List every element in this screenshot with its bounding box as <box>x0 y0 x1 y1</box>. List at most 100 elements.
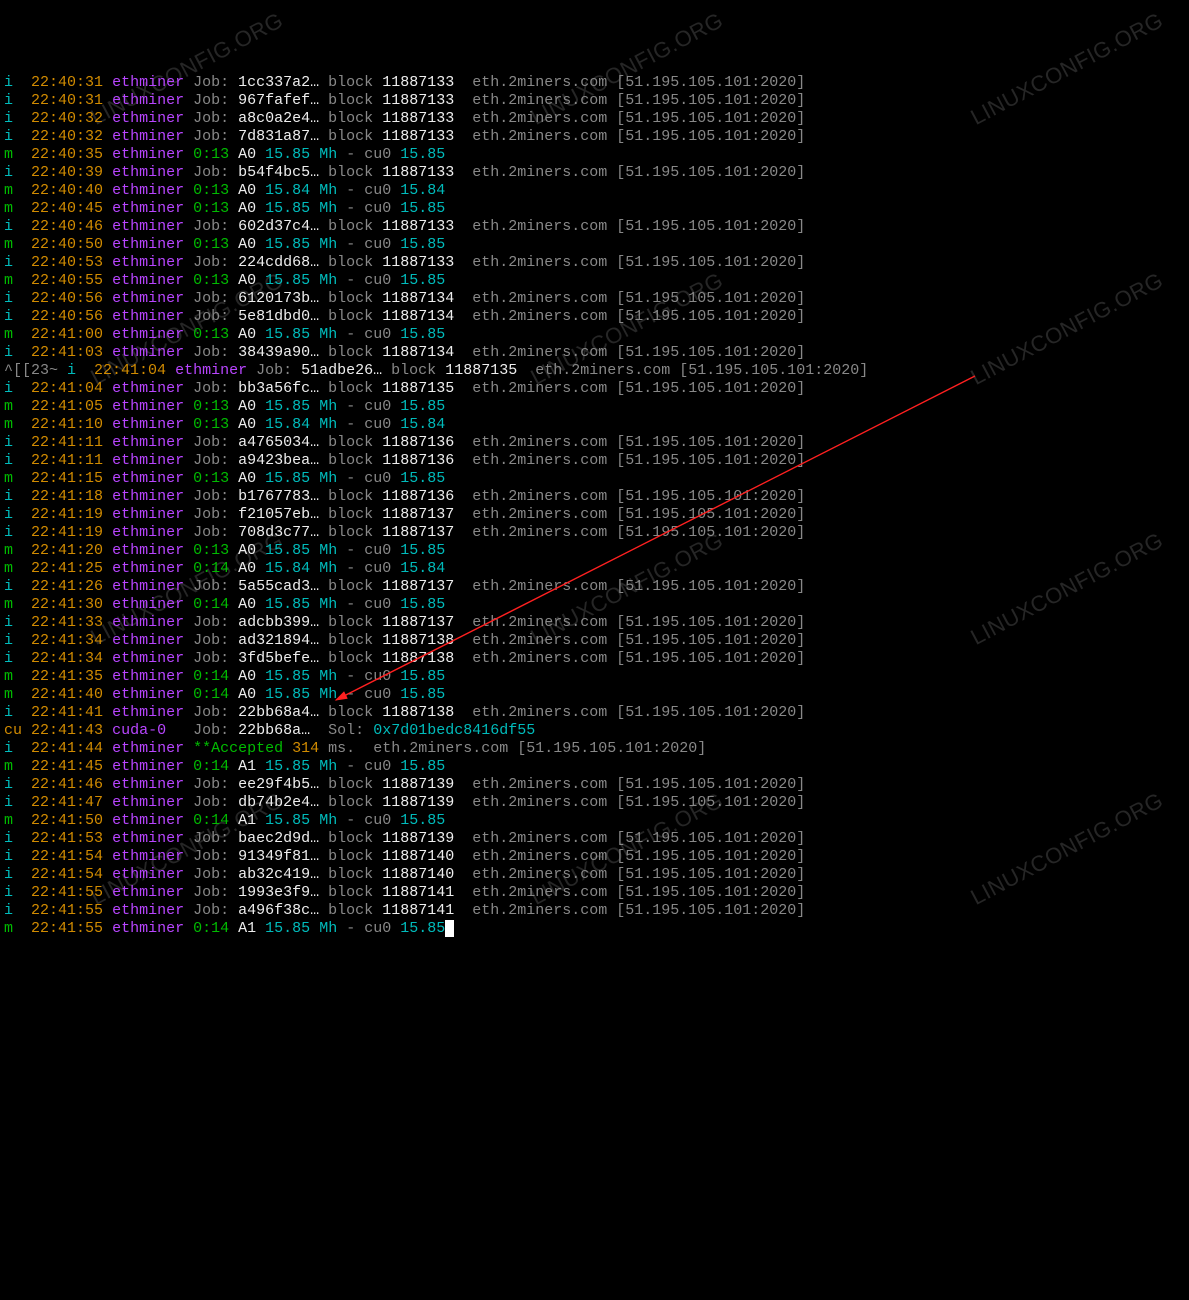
timestamp: 22:41:33 <box>31 614 103 631</box>
log-line: i 22:40:31 ethminer Job: 1cc337a2… block… <box>4 74 1189 92</box>
block-number: 11887141 <box>382 884 454 901</box>
hashrate: 15.84 <box>265 560 310 577</box>
pool-address: [51.195.105.101:2020] <box>616 614 805 631</box>
log-source: ethminer <box>112 110 184 127</box>
timestamp: 22:41:03 <box>31 344 103 361</box>
timestamp: 22:41:20 <box>31 542 103 559</box>
log-level: i <box>4 902 22 919</box>
log-line: i 22:41:46 ethminer Job: ee29f4b5… block… <box>4 776 1189 794</box>
runtime: 0:13 <box>193 236 229 253</box>
log-source: cuda-0 <box>112 722 184 739</box>
log-source: ethminer <box>175 362 247 379</box>
timestamp: 22:41:50 <box>31 812 103 829</box>
job-hash: 38439a90… <box>238 344 319 361</box>
block-number: 11887139 <box>382 794 454 811</box>
runtime: 0:13 <box>193 200 229 217</box>
log-source: ethminer <box>112 488 184 505</box>
timestamp: 22:40:56 <box>31 308 103 325</box>
hashrate: 15.85 <box>265 668 310 685</box>
timestamp: 22:41:35 <box>31 668 103 685</box>
log-level: i <box>4 866 22 883</box>
log-source: ethminer <box>112 380 184 397</box>
log-level: m <box>4 686 22 703</box>
pool-address: [51.195.105.101:2020] <box>679 362 868 379</box>
log-level: m <box>4 758 22 775</box>
log-level: i <box>4 110 22 127</box>
pool-address: [51.195.105.101:2020] <box>616 794 805 811</box>
gpu-hashrate: 15.84 <box>400 416 445 433</box>
accepted-count: A0 <box>238 236 256 253</box>
accepted-count: A1 <box>238 812 256 829</box>
job-hash: a9423bea… <box>238 452 319 469</box>
log-source: ethminer <box>112 164 184 181</box>
accepted-count: A0 <box>238 200 256 217</box>
runtime: 0:14 <box>193 812 229 829</box>
block-number: 11887133 <box>382 74 454 91</box>
pool-address: [51.195.105.101:2020] <box>616 380 805 397</box>
log-level: i <box>4 92 22 109</box>
pool-address: [51.195.105.101:2020] <box>616 830 805 847</box>
log-line: m 22:40:50 ethminer 0:13 A0 15.85 Mh - c… <box>4 236 1189 254</box>
runtime: 0:13 <box>193 398 229 415</box>
log-line: i 22:40:31 ethminer Job: 967fafef… block… <box>4 92 1189 110</box>
accepted-count: A0 <box>238 326 256 343</box>
log-level: i <box>4 488 22 505</box>
log-source: ethminer <box>112 650 184 667</box>
timestamp: 22:41:34 <box>31 632 103 649</box>
hashrate: 15.85 <box>265 758 310 775</box>
block-number: 11887137 <box>382 506 454 523</box>
log-source: ethminer <box>112 398 184 415</box>
log-source: ethminer <box>112 146 184 163</box>
gpu-hashrate: 15.85 <box>400 812 445 829</box>
timestamp: 22:41:54 <box>31 866 103 883</box>
job-hash: 708d3c77… <box>238 524 319 541</box>
pool-host: eth.2miners.com <box>472 650 607 667</box>
log-source: ethminer <box>112 542 184 559</box>
log-source: ethminer <box>112 308 184 325</box>
log-level: i <box>4 524 22 541</box>
hashrate: 15.85 <box>265 236 310 253</box>
log-level: m <box>4 470 22 487</box>
block-number: 11887133 <box>382 110 454 127</box>
timestamp: 22:40:32 <box>31 128 103 145</box>
pool-address: [51.195.105.101:2020] <box>616 776 805 793</box>
log-source: ethminer <box>112 182 184 199</box>
pool-address: [51.195.105.101:2020] <box>616 110 805 127</box>
gpu-hashrate: 15.85 <box>400 146 445 163</box>
timestamp: 22:40:56 <box>31 290 103 307</box>
hashrate: 15.85 <box>265 326 310 343</box>
block-number: 11887140 <box>382 848 454 865</box>
job-hash: ee29f4b5… <box>238 776 319 793</box>
hashrate: 15.85 <box>265 542 310 559</box>
gpu-hashrate: 15.84 <box>400 560 445 577</box>
log-level: m <box>4 182 22 199</box>
job-hash: adcbb399… <box>238 614 319 631</box>
block-number: 11887136 <box>382 488 454 505</box>
accepted-count: A0 <box>238 686 256 703</box>
timestamp: 22:41:55 <box>31 884 103 901</box>
log-level: i <box>4 344 22 361</box>
hashrate: 15.85 <box>265 272 310 289</box>
timestamp: 22:40:53 <box>31 254 103 271</box>
log-line: i 22:41:19 ethminer Job: 708d3c77… block… <box>4 524 1189 542</box>
block-number: 11887135 <box>382 380 454 397</box>
job-hash: 5a55cad3… <box>238 578 319 595</box>
timestamp: 22:40:50 <box>31 236 103 253</box>
log-source: ethminer <box>112 884 184 901</box>
log-source: ethminer <box>112 200 184 217</box>
log-source: ethminer <box>112 578 184 595</box>
pool-host: eth.2miners.com <box>472 902 607 919</box>
timestamp: 22:41:53 <box>31 830 103 847</box>
pool-host: eth.2miners.com <box>472 866 607 883</box>
timestamp: 22:41:19 <box>31 506 103 523</box>
timestamp: 22:41:11 <box>31 434 103 451</box>
log-line: m 22:41:35 ethminer 0:14 A0 15.85 Mh - c… <box>4 668 1189 686</box>
block-number: 11887137 <box>382 578 454 595</box>
gpu-hashrate: 15.85 <box>400 686 445 703</box>
terminal-output[interactable]: i 22:40:31 ethminer Job: 1cc337a2… block… <box>4 74 1189 938</box>
log-line: i 22:41:34 ethminer Job: ad321894… block… <box>4 632 1189 650</box>
pool-address: [51.195.105.101:2020] <box>616 308 805 325</box>
block-number: 11887135 <box>445 362 517 379</box>
log-source: ethminer <box>112 902 184 919</box>
log-source: ethminer <box>112 524 184 541</box>
